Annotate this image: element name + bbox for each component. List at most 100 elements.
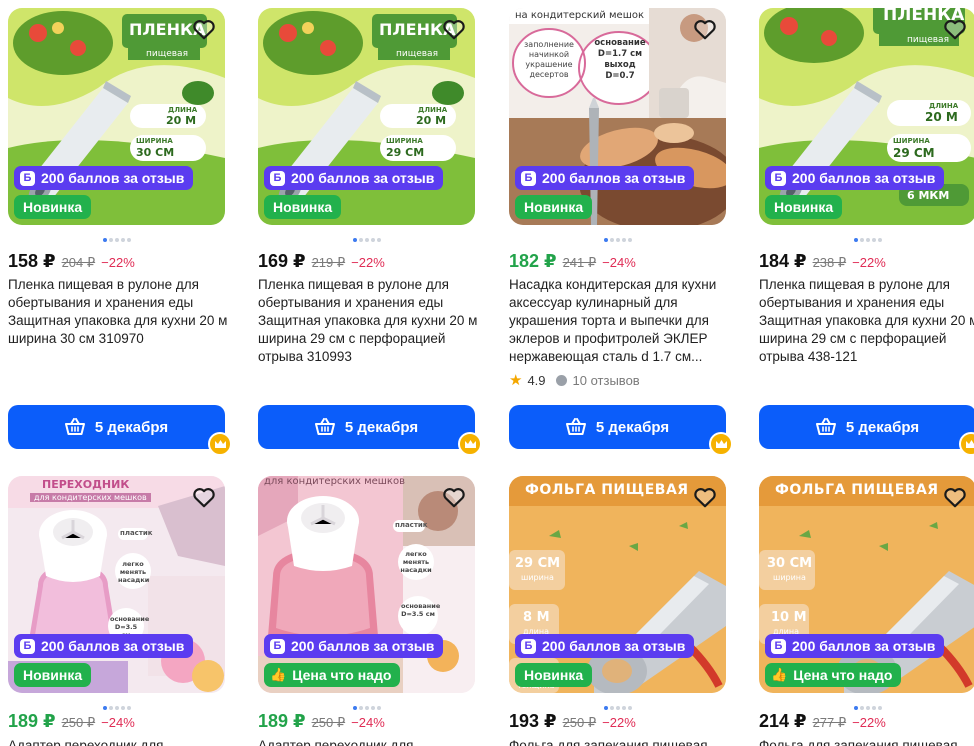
bonus-label: 200 баллов за отзыв xyxy=(542,170,686,186)
bonus-icon: Б xyxy=(20,638,35,654)
bonus-icon: Б xyxy=(771,638,786,654)
image-label-1: пластик xyxy=(395,521,428,529)
bonus-label: 200 баллов за отзыв xyxy=(792,170,936,186)
product-title[interactable]: Адаптер переходник для xyxy=(258,737,480,746)
price-row: 189 ₽ 250 ₽ −24% xyxy=(258,711,385,732)
favorite-button[interactable] xyxy=(441,16,467,42)
product-title[interactable]: Фольга для запекания пищевая xyxy=(509,737,731,746)
product-card[interactable]: ПЕРЕХОДНИК для кондитерских мешков пласт… xyxy=(8,476,233,746)
image-top-text: на кондитерский мешок xyxy=(515,10,644,21)
old-price: 241 ₽ xyxy=(562,255,597,270)
basket-icon xyxy=(815,418,836,435)
add-to-cart-button[interactable]: 5 декабря xyxy=(258,405,475,449)
image-pagination[interactable] xyxy=(509,704,726,710)
product-image[interactable]: ПЕРЕХОДНИК для кондитерских мешков пласт… xyxy=(8,476,225,693)
image-pagination[interactable] xyxy=(8,236,225,242)
product-image[interactable]: на кондитерский мешок заполнение начинко… xyxy=(509,8,726,225)
delivery-date: 5 декабря xyxy=(344,418,419,436)
favorite-button[interactable] xyxy=(692,484,718,510)
price-row: 158 ₽ 204 ₽ −22% xyxy=(8,251,135,272)
image-brand-text: ФОЛЬГА ПИЩЕВАЯ xyxy=(775,482,939,498)
add-to-cart-button[interactable]: 5 декабря xyxy=(509,405,726,449)
product-image[interactable]: ПЛЕНКА пищевая ДЛИНА 20 М ШИРИНА 29 СМ Б… xyxy=(258,8,475,225)
product-card[interactable]: ПЛЕНКА пищевая ДЛИНА 20 М ШИРИНА 29 СМ Б… xyxy=(258,8,483,456)
favorite-button[interactable] xyxy=(441,484,467,510)
image-pagination[interactable] xyxy=(759,704,974,710)
product-image[interactable]: для кондитерских мешков пластик легко ме… xyxy=(258,476,475,693)
image-width-label: ШИРИНА xyxy=(893,137,930,145)
product-card[interactable]: ПЛЕНКА пищевая ДЛИНА 20 М ШИРИНА 30 СМ Б… xyxy=(8,8,233,456)
heart-outline-icon xyxy=(443,20,465,40)
price: 193 ₽ xyxy=(509,711,557,731)
image-width-label: ширина xyxy=(773,573,806,582)
new-badge: Новинка xyxy=(515,195,593,219)
old-price: 277 ₽ xyxy=(812,715,847,730)
favorite-button[interactable] xyxy=(191,16,217,42)
favorite-button[interactable] xyxy=(942,16,968,42)
product-title[interactable]: Насадка кондитерская для кухни аксессуар… xyxy=(509,276,731,366)
product-image[interactable]: ФОЛЬГА ПИЩЕВАЯ 30 СМ ширина 10 М длина Б… xyxy=(759,476,974,693)
add-to-cart-button[interactable]: 5 декабря xyxy=(759,405,974,449)
product-card[interactable]: ПЛЕНКА пищевая ДЛИНА 20 М ШИРИНА 29 СМ 6… xyxy=(759,8,974,456)
crown-icon xyxy=(214,440,226,448)
product-title[interactable]: Пленка пищевая в рулоне для обертывания … xyxy=(8,276,230,348)
price-row: 182 ₽ 241 ₽ −24% xyxy=(509,251,636,272)
bonus-label: 200 баллов за отзыв xyxy=(41,638,185,654)
star-icon: ★ xyxy=(509,372,523,389)
product-title[interactable]: Пленка пищевая в рулоне для обертывания … xyxy=(759,276,974,366)
bonus-badge: Б 200 баллов за отзыв xyxy=(515,634,695,658)
product-card[interactable]: для кондитерских мешков пластик легко ме… xyxy=(258,476,483,746)
add-to-cart-button[interactable]: 5 декабря xyxy=(8,405,225,449)
image-pagination[interactable] xyxy=(8,704,225,710)
product-card[interactable]: ФОЛЬГА ПИЩЕВАЯ 29 СМ ширина 8 М длина то… xyxy=(509,476,734,746)
bonus-icon: Б xyxy=(771,170,786,186)
image-pagination[interactable] xyxy=(759,236,974,242)
discount: −22% xyxy=(602,715,636,730)
favorite-button[interactable] xyxy=(191,484,217,510)
image-length: 20 М xyxy=(166,114,197,127)
bonus-icon: Б xyxy=(270,638,285,654)
price: 189 ₽ xyxy=(258,711,306,731)
image-thickness: 6 МКМ xyxy=(907,189,950,202)
bonus-icon: Б xyxy=(521,638,536,654)
old-price: 250 ₽ xyxy=(311,715,346,730)
good-price-label: Цена что надо xyxy=(292,667,392,683)
premium-badge xyxy=(709,432,733,456)
favorite-button[interactable] xyxy=(942,484,968,510)
image-length: 20 М xyxy=(416,114,447,127)
product-title[interactable]: Фольга для запекания пищевая xyxy=(759,737,974,746)
product-card[interactable]: на кондитерский мешок заполнение начинко… xyxy=(509,8,734,456)
price: 158 ₽ xyxy=(8,251,56,271)
image-pagination[interactable] xyxy=(258,704,475,710)
product-card[interactable]: ФОЛЬГА ПИЩЕВАЯ 30 СМ ширина 10 М длина Б… xyxy=(759,476,974,746)
heart-outline-icon xyxy=(944,20,966,40)
heart-outline-icon xyxy=(694,488,716,508)
price-row: 193 ₽ 250 ₽ −22% xyxy=(509,711,636,732)
image-pagination[interactable] xyxy=(258,236,475,242)
bonus-badge: Б 200 баллов за отзыв xyxy=(765,166,945,190)
image-width-label: ширина xyxy=(521,573,554,582)
thumbs-up-icon: 👍 xyxy=(771,667,788,682)
product-title[interactable]: Пленка пищевая в рулоне для обертывания … xyxy=(258,276,480,366)
rating-row[interactable]: ★ 4.9 10 отзывов xyxy=(509,371,640,389)
price: 214 ₽ xyxy=(759,711,807,731)
favorite-button[interactable] xyxy=(692,16,718,42)
image-label-1: пластик xyxy=(120,529,153,537)
old-price: 250 ₽ xyxy=(61,715,96,730)
premium-badge xyxy=(959,432,974,456)
product-image[interactable]: ПЛЕНКА пищевая ДЛИНА 20 М ШИРИНА 30 СМ Б… xyxy=(8,8,225,225)
price: 182 ₽ xyxy=(509,251,557,271)
bonus-label: 200 баллов за отзыв xyxy=(41,170,185,186)
image-width-label: ШИРИНА xyxy=(386,137,423,145)
image-pagination[interactable] xyxy=(509,236,726,242)
old-price: 238 ₽ xyxy=(812,255,847,270)
image-label-3: основание D=3.5 см xyxy=(401,602,441,618)
bonus-badge: Б 200 баллов за отзыв xyxy=(14,634,194,658)
image-length-label: ДЛИНА xyxy=(168,106,198,114)
product-title[interactable]: Адаптер переходник для xyxy=(8,737,230,746)
product-image[interactable]: ФОЛЬГА ПИЩЕВАЯ 29 СМ ширина 8 М длина то… xyxy=(509,476,726,693)
new-badge: Новинка xyxy=(264,195,342,219)
bonus-icon: Б xyxy=(521,170,536,186)
bonus-badge: Б 200 баллов за отзыв xyxy=(264,166,444,190)
product-image[interactable]: ПЛЕНКА пищевая ДЛИНА 20 М ШИРИНА 29 СМ 6… xyxy=(759,8,974,225)
